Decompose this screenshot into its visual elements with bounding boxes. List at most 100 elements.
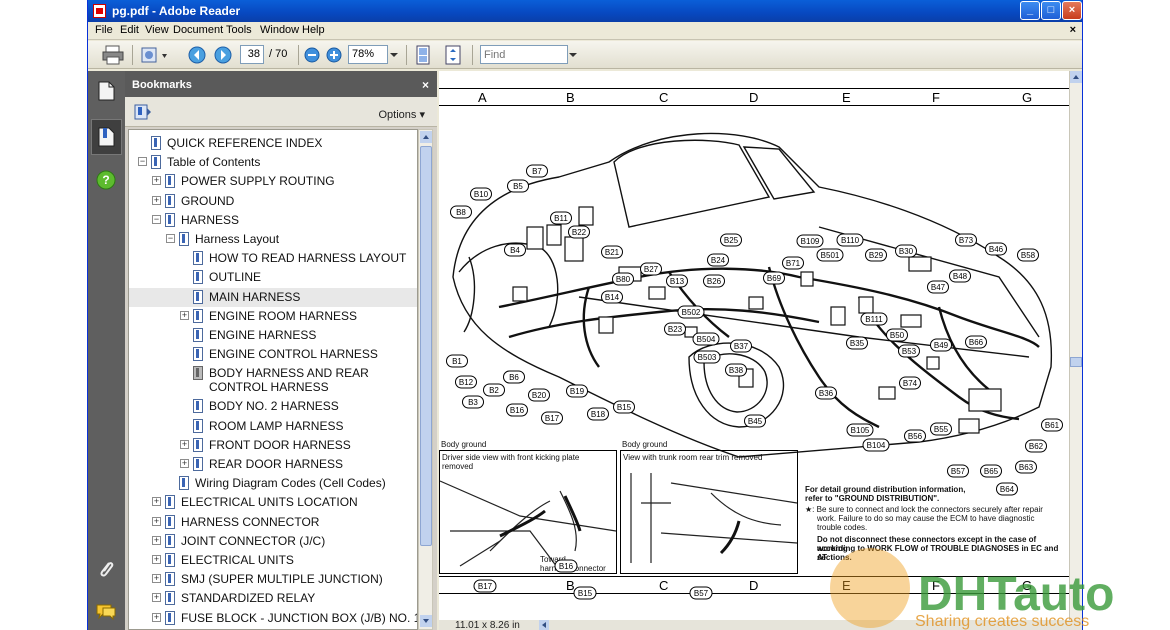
close-button[interactable]: × <box>1062 1 1082 20</box>
bookmarks-scroll-thumb[interactable] <box>420 146 432 546</box>
bookmark-item[interactable]: + POWER SUPPLY ROUTING <box>129 172 417 191</box>
bookmark-item[interactable]: + HARNESS CONNECTOR <box>129 513 417 532</box>
scroll-up-icon[interactable] <box>420 131 432 143</box>
zoom-out-icon[interactable] <box>304 45 320 65</box>
toolbar: 38 / 70 78% <box>88 41 1082 69</box>
bookmark-item[interactable]: ENGINE CONTROL HARNESS <box>129 345 417 364</box>
menu-view[interactable]: View <box>145 24 169 36</box>
find-dropdown-icon[interactable] <box>568 45 578 65</box>
bookmark-icon <box>193 270 203 285</box>
menu-help[interactable]: Help <box>302 24 325 36</box>
attachments-icon[interactable] <box>95 559 117 581</box>
menu-tools[interactable]: Tools <box>226 24 252 36</box>
comments-icon[interactable] <box>95 601 117 623</box>
bookmark-item[interactable]: + JOINT CONNECTOR (J/C) <box>129 532 417 551</box>
bookmark-item[interactable]: − Table of Contents <box>129 153 417 172</box>
bookmark-label: ENGINE HARNESS <box>209 328 317 342</box>
fit-page-icon[interactable] <box>444 45 462 65</box>
single-page-view-icon[interactable] <box>414 45 432 65</box>
bookmark-item[interactable]: + FRONT DOOR HARNESS <box>129 436 417 455</box>
expand-icon[interactable]: + <box>152 574 161 584</box>
bookmark-item[interactable]: + ELECTRICAL UNITS <box>129 551 417 570</box>
collapse-icon[interactable]: − <box>138 157 147 167</box>
scroll-down-icon[interactable] <box>420 615 432 627</box>
expand-icon[interactable]: + <box>180 439 189 449</box>
bookmark-item[interactable]: QUICK REFERENCE INDEX <box>129 134 417 153</box>
bookmarks-close-button[interactable]: × <box>422 78 429 92</box>
menu-window[interactable]: Window <box>260 24 299 36</box>
expand-icon[interactable]: + <box>152 593 161 603</box>
bookmark-icon <box>193 328 203 342</box>
find-input[interactable] <box>480 45 568 64</box>
bookmark-icon <box>193 366 203 381</box>
next-page-icon[interactable] <box>214 45 232 65</box>
pages-panel-icon[interactable] <box>95 80 117 102</box>
bookmark-icon <box>165 572 175 587</box>
bookmark-item[interactable]: ROOM LAMP HARNESS <box>129 417 417 436</box>
minimize-button[interactable]: _ <box>1020 1 1040 20</box>
bookmarks-header: Bookmarks × <box>125 71 437 97</box>
expand-icon[interactable]: + <box>152 535 161 545</box>
bookmark-item[interactable]: + FUSE BLOCK - JUNCTION BOX (J/B) NO. 1 <box>129 609 417 628</box>
bookmarks-options-menu[interactable]: Options ▾ <box>379 108 426 121</box>
bookmark-item[interactable]: OUTLINE <box>129 268 417 287</box>
expand-icon[interactable]: + <box>152 516 161 526</box>
collapse-icon[interactable]: − <box>166 234 175 243</box>
bookmark-item[interactable]: − Harness Layout <box>129 230 417 249</box>
expand-icon[interactable]: + <box>152 497 161 507</box>
inset-connector-label-text: B17 <box>478 582 493 591</box>
bookmarks-tree: QUICK REFERENCE INDEX − Table of Contents +… <box>128 129 418 630</box>
expand-icon[interactable]: + <box>180 310 189 320</box>
new-bookmark-icon[interactable] <box>134 103 152 121</box>
bookmark-item[interactable]: + ELECTRICAL UNITS LOCATION <box>129 493 417 512</box>
document-close-button[interactable]: × <box>1070 24 1076 36</box>
zoom-dropdown-icon[interactable] <box>388 45 400 65</box>
pdf-page[interactable]: A B C D E F G B1 B2 B3 B4 B5 B6 B7 B8 B1… <box>439 71 1069 620</box>
doc-scroll-left-icon[interactable] <box>539 620 549 630</box>
bookmark-item[interactable]: ENGINE HARNESS <box>129 326 417 345</box>
bookmark-icon <box>193 308 203 323</box>
bookmarks-scrollbar[interactable] <box>418 129 433 630</box>
bookmark-item[interactable]: + STANDARDIZED RELAY <box>129 589 417 608</box>
page-number-input[interactable]: 38 <box>240 45 264 64</box>
bookmark-label: ENGINE CONTROL HARNESS <box>209 347 378 362</box>
bookmark-item[interactable]: + SMJ (SUPER MULTIPLE JUNCTION) <box>129 570 417 589</box>
doc-scroll-thumb[interactable] <box>1070 357 1082 367</box>
menu-file[interactable]: File <box>95 24 113 36</box>
bookmark-item[interactable]: MAIN HARNESS <box>129 287 417 307</box>
bookmark-item[interactable]: + REAR DOOR HARNESS <box>129 455 417 474</box>
share-icon[interactable] <box>140 45 170 65</box>
bookmark-item[interactable]: + ENGINE ROOM HARNESS <box>129 307 417 326</box>
bookmark-item[interactable]: BODY NO. 2 HARNESS <box>129 397 417 416</box>
expand-icon[interactable]: + <box>180 459 189 468</box>
menu-edit[interactable]: Edit <box>120 24 139 36</box>
expand-icon[interactable]: + <box>152 195 161 205</box>
menu-document[interactable]: Document <box>173 24 223 36</box>
print-icon[interactable] <box>102 45 124 65</box>
zoom-in-icon[interactable] <box>326 45 342 65</box>
zoom-level-input[interactable]: 78% <box>348 45 388 64</box>
maximize-button[interactable]: □ <box>1041 1 1061 20</box>
bookmark-label: BODY HARNESS AND REAR <box>209 366 369 381</box>
bookmark-item[interactable]: − HARNESS <box>129 211 417 230</box>
expand-icon[interactable]: + <box>152 612 161 622</box>
document-vertical-scrollbar[interactable] <box>1069 71 1082 620</box>
bookmark-item[interactable]: Wiring Diagram Codes (Cell Codes) <box>129 474 417 493</box>
bookmark-label: ELECTRICAL UNITS <box>181 553 294 567</box>
bookmark-label: MAIN HARNESS <box>209 289 301 304</box>
bookmark-label: Harness Layout <box>195 232 280 246</box>
inset-connector-label-text: B15 <box>578 589 593 598</box>
bookmark-item[interactable]: + GROUND <box>129 192 417 211</box>
document-area: A B C D E F G B1 B2 B3 B4 B5 B6 B7 B8 B1… <box>439 71 1082 630</box>
previous-page-icon[interactable] <box>188 45 206 65</box>
bookmarks-panel-icon[interactable] <box>95 126 117 148</box>
bookmark-item[interactable]: HOW TO READ HARNESS LAYOUT <box>129 249 417 268</box>
expand-icon[interactable]: + <box>152 176 161 186</box>
help-icon[interactable]: ? <box>95 169 117 191</box>
title-bar[interactable]: pg.pdf - Adobe Reader _ □ × <box>88 0 1082 22</box>
doc-scroll-up-icon[interactable] <box>1070 71 1082 83</box>
bookmark-item[interactable]: BODY HARNESS AND REAR CONTROL HARNESS <box>129 364 417 398</box>
collapse-icon[interactable]: − <box>152 214 161 224</box>
bookmark-label: JOINT CONNECTOR (J/C) <box>181 533 326 548</box>
expand-icon[interactable]: + <box>152 555 161 564</box>
